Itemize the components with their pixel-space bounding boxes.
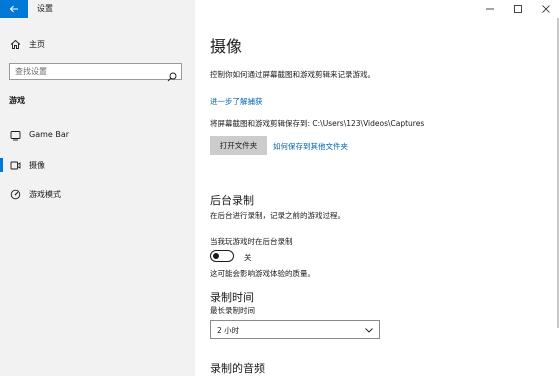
sidebar-item-label: 游戏模式 xyxy=(29,190,61,199)
select-value: 2 小时 xyxy=(217,326,240,335)
minimize-button[interactable] xyxy=(476,0,504,18)
max-recording-length-label: 最长录制时间 xyxy=(210,306,255,315)
save-location-text: 将屏幕截图和游戏剪辑保存到: C:\Users\123\Videos\Captu… xyxy=(210,119,425,128)
background-recording-toggle-label: 当我玩游戏时在后台录制 xyxy=(210,237,293,246)
back-arrow-icon xyxy=(9,5,18,13)
chevron-down-icon xyxy=(365,328,373,333)
search-box xyxy=(9,63,182,82)
sidebar-item-capture[interactable]: 摄像 xyxy=(0,154,195,176)
page-title: 摄像 xyxy=(210,37,243,56)
maximize-icon xyxy=(514,5,522,13)
page-description: 控制你如何通过屏幕截图和游戏剪辑来记录游戏。 xyxy=(210,70,375,79)
sidebar-item-label: Game Bar xyxy=(29,130,70,139)
close-icon xyxy=(542,5,550,13)
background-recording-toggle[interactable] xyxy=(210,250,234,262)
search-input[interactable] xyxy=(15,64,165,79)
sidebar-item-game-mode[interactable]: 游戏模式 xyxy=(0,183,195,205)
max-recording-length-select[interactable]: 2 小时 xyxy=(210,320,380,339)
close-button[interactable] xyxy=(532,0,560,18)
toggle-knob xyxy=(213,252,219,259)
open-folder-button[interactable]: 打开文件夹 xyxy=(210,136,267,155)
performance-note: 这可能会影响游戏体验的质量。 xyxy=(210,269,315,278)
recording-time-heading: 录制时间 xyxy=(210,291,254,304)
scrollbar[interactable] xyxy=(557,18,559,328)
search-icon[interactable] xyxy=(167,67,177,82)
sidebar-item-label: 摄像 xyxy=(29,161,45,170)
main-content: 摄像 控制你如何通过屏幕截图和游戏剪辑来记录游戏。 进一步了解捕获 将屏幕截图和… xyxy=(195,0,560,376)
minimize-icon xyxy=(486,8,494,10)
background-recording-description: 在后台进行录制，记录之前的游戏过程。 xyxy=(210,211,345,220)
recorded-audio-heading: 录制的音频 xyxy=(210,362,265,375)
home-icon xyxy=(9,38,21,50)
toggle-state-text: 关 xyxy=(244,253,252,262)
save-elsewhere-link[interactable]: 如何保存到其他文件夹 xyxy=(273,141,348,152)
sidebar: 设置 主页 游戏 xyxy=(0,0,195,376)
capture-icon xyxy=(9,159,21,171)
background-recording-heading: 后台录制 xyxy=(210,194,254,207)
title-bar: 设置 xyxy=(0,0,195,18)
sidebar-item-label: 主页 xyxy=(29,39,45,49)
settings-window: 设置 主页 游戏 xyxy=(0,0,560,376)
learn-more-link[interactable]: 进一步了解捕获 xyxy=(210,96,263,107)
back-button[interactable] xyxy=(0,0,28,18)
section-heading: 游戏 xyxy=(9,96,25,105)
game-mode-icon xyxy=(9,188,21,200)
sidebar-item-game-bar[interactable]: Game Bar xyxy=(0,124,195,146)
maximize-button[interactable] xyxy=(504,0,532,18)
app-title: 设置 xyxy=(37,4,53,13)
window-controls xyxy=(476,0,560,18)
sidebar-item-home[interactable]: 主页 xyxy=(0,34,195,54)
game-bar-icon xyxy=(9,129,21,141)
